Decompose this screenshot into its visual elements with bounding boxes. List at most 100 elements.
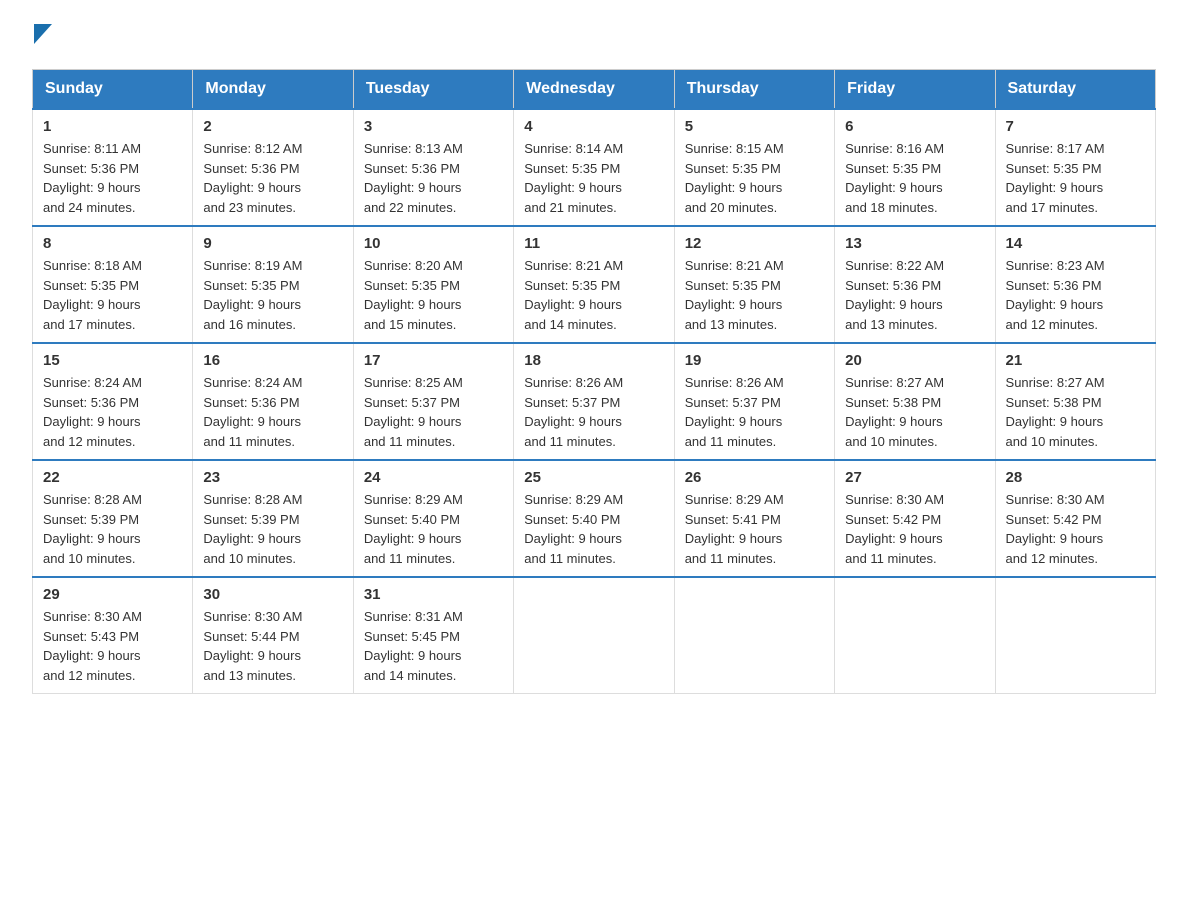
day-info: Sunrise: 8:28 AMSunset: 5:39 PMDaylight:… [203, 492, 302, 566]
day-info: Sunrise: 8:21 AMSunset: 5:35 PMDaylight:… [524, 258, 623, 332]
day-info: Sunrise: 8:26 AMSunset: 5:37 PMDaylight:… [685, 375, 784, 449]
day-number: 28 [1006, 469, 1145, 486]
calendar-header-tuesday: Tuesday [353, 70, 513, 110]
day-number: 3 [364, 118, 503, 135]
day-info: Sunrise: 8:29 AMSunset: 5:40 PMDaylight:… [524, 492, 623, 566]
page-header [32, 24, 1156, 45]
calendar-cell: 17 Sunrise: 8:25 AMSunset: 5:37 PMDaylig… [353, 343, 513, 460]
calendar-cell: 3 Sunrise: 8:13 AMSunset: 5:36 PMDayligh… [353, 109, 513, 226]
day-number: 4 [524, 118, 663, 135]
day-number: 10 [364, 235, 503, 252]
calendar-cell: 31 Sunrise: 8:31 AMSunset: 5:45 PMDaylig… [353, 577, 513, 694]
day-info: Sunrise: 8:11 AMSunset: 5:36 PMDaylight:… [43, 141, 141, 215]
day-info: Sunrise: 8:20 AMSunset: 5:35 PMDaylight:… [364, 258, 463, 332]
day-info: Sunrise: 8:12 AMSunset: 5:36 PMDaylight:… [203, 141, 302, 215]
calendar-week-row: 8 Sunrise: 8:18 AMSunset: 5:35 PMDayligh… [33, 226, 1156, 343]
day-info: Sunrise: 8:17 AMSunset: 5:35 PMDaylight:… [1006, 141, 1105, 215]
day-info: Sunrise: 8:29 AMSunset: 5:41 PMDaylight:… [685, 492, 784, 566]
calendar-cell: 25 Sunrise: 8:29 AMSunset: 5:40 PMDaylig… [514, 460, 674, 577]
day-number: 1 [43, 118, 182, 135]
calendar-header-monday: Monday [193, 70, 353, 110]
calendar-header-wednesday: Wednesday [514, 70, 674, 110]
day-info: Sunrise: 8:15 AMSunset: 5:35 PMDaylight:… [685, 141, 784, 215]
day-number: 19 [685, 352, 824, 369]
day-info: Sunrise: 8:31 AMSunset: 5:45 PMDaylight:… [364, 609, 463, 683]
day-number: 16 [203, 352, 342, 369]
day-info: Sunrise: 8:22 AMSunset: 5:36 PMDaylight:… [845, 258, 944, 332]
day-info: Sunrise: 8:23 AMSunset: 5:36 PMDaylight:… [1006, 258, 1105, 332]
day-number: 20 [845, 352, 984, 369]
calendar-cell: 13 Sunrise: 8:22 AMSunset: 5:36 PMDaylig… [835, 226, 995, 343]
calendar-cell: 28 Sunrise: 8:30 AMSunset: 5:42 PMDaylig… [995, 460, 1155, 577]
day-number: 31 [364, 586, 503, 603]
day-number: 12 [685, 235, 824, 252]
calendar-cell [674, 577, 834, 694]
calendar-cell: 4 Sunrise: 8:14 AMSunset: 5:35 PMDayligh… [514, 109, 674, 226]
calendar-cell: 2 Sunrise: 8:12 AMSunset: 5:36 PMDayligh… [193, 109, 353, 226]
day-number: 17 [364, 352, 503, 369]
day-number: 18 [524, 352, 663, 369]
day-number: 25 [524, 469, 663, 486]
day-number: 2 [203, 118, 342, 135]
calendar-cell [995, 577, 1155, 694]
calendar-week-row: 29 Sunrise: 8:30 AMSunset: 5:43 PMDaylig… [33, 577, 1156, 694]
day-info: Sunrise: 8:16 AMSunset: 5:35 PMDaylight:… [845, 141, 944, 215]
day-info: Sunrise: 8:13 AMSunset: 5:36 PMDaylight:… [364, 141, 463, 215]
day-number: 9 [203, 235, 342, 252]
calendar-header-sunday: Sunday [33, 70, 193, 110]
day-number: 6 [845, 118, 984, 135]
day-number: 8 [43, 235, 182, 252]
calendar-cell: 16 Sunrise: 8:24 AMSunset: 5:36 PMDaylig… [193, 343, 353, 460]
day-number: 15 [43, 352, 182, 369]
day-info: Sunrise: 8:29 AMSunset: 5:40 PMDaylight:… [364, 492, 463, 566]
calendar-cell: 20 Sunrise: 8:27 AMSunset: 5:38 PMDaylig… [835, 343, 995, 460]
calendar-cell: 15 Sunrise: 8:24 AMSunset: 5:36 PMDaylig… [33, 343, 193, 460]
day-info: Sunrise: 8:21 AMSunset: 5:35 PMDaylight:… [685, 258, 784, 332]
logo [32, 24, 52, 45]
day-number: 22 [43, 469, 182, 486]
calendar-cell [514, 577, 674, 694]
day-info: Sunrise: 8:14 AMSunset: 5:35 PMDaylight:… [524, 141, 623, 215]
day-number: 24 [364, 469, 503, 486]
calendar-table: SundayMondayTuesdayWednesdayThursdayFrid… [32, 69, 1156, 694]
calendar-cell: 30 Sunrise: 8:30 AMSunset: 5:44 PMDaylig… [193, 577, 353, 694]
day-number: 7 [1006, 118, 1145, 135]
calendar-cell: 21 Sunrise: 8:27 AMSunset: 5:38 PMDaylig… [995, 343, 1155, 460]
calendar-week-row: 15 Sunrise: 8:24 AMSunset: 5:36 PMDaylig… [33, 343, 1156, 460]
day-info: Sunrise: 8:30 AMSunset: 5:43 PMDaylight:… [43, 609, 142, 683]
calendar-header-row: SundayMondayTuesdayWednesdayThursdayFrid… [33, 70, 1156, 110]
day-info: Sunrise: 8:18 AMSunset: 5:35 PMDaylight:… [43, 258, 142, 332]
day-number: 23 [203, 469, 342, 486]
calendar-header-friday: Friday [835, 70, 995, 110]
calendar-cell: 10 Sunrise: 8:20 AMSunset: 5:35 PMDaylig… [353, 226, 513, 343]
calendar-cell: 29 Sunrise: 8:30 AMSunset: 5:43 PMDaylig… [33, 577, 193, 694]
day-number: 26 [685, 469, 824, 486]
day-info: Sunrise: 8:24 AMSunset: 5:36 PMDaylight:… [203, 375, 302, 449]
day-info: Sunrise: 8:25 AMSunset: 5:37 PMDaylight:… [364, 375, 463, 449]
day-info: Sunrise: 8:24 AMSunset: 5:36 PMDaylight:… [43, 375, 142, 449]
logo-arrow-icon [34, 24, 52, 44]
calendar-cell: 1 Sunrise: 8:11 AMSunset: 5:36 PMDayligh… [33, 109, 193, 226]
day-number: 30 [203, 586, 342, 603]
day-info: Sunrise: 8:27 AMSunset: 5:38 PMDaylight:… [1006, 375, 1105, 449]
day-number: 5 [685, 118, 824, 135]
calendar-cell: 18 Sunrise: 8:26 AMSunset: 5:37 PMDaylig… [514, 343, 674, 460]
day-info: Sunrise: 8:19 AMSunset: 5:35 PMDaylight:… [203, 258, 302, 332]
day-number: 11 [524, 235, 663, 252]
calendar-cell: 23 Sunrise: 8:28 AMSunset: 5:39 PMDaylig… [193, 460, 353, 577]
day-number: 21 [1006, 352, 1145, 369]
calendar-header-saturday: Saturday [995, 70, 1155, 110]
day-info: Sunrise: 8:30 AMSunset: 5:44 PMDaylight:… [203, 609, 302, 683]
day-info: Sunrise: 8:28 AMSunset: 5:39 PMDaylight:… [43, 492, 142, 566]
day-info: Sunrise: 8:30 AMSunset: 5:42 PMDaylight:… [845, 492, 944, 566]
day-info: Sunrise: 8:26 AMSunset: 5:37 PMDaylight:… [524, 375, 623, 449]
calendar-cell: 5 Sunrise: 8:15 AMSunset: 5:35 PMDayligh… [674, 109, 834, 226]
calendar-cell [835, 577, 995, 694]
calendar-cell: 24 Sunrise: 8:29 AMSunset: 5:40 PMDaylig… [353, 460, 513, 577]
day-info: Sunrise: 8:30 AMSunset: 5:42 PMDaylight:… [1006, 492, 1105, 566]
day-number: 29 [43, 586, 182, 603]
calendar-cell: 22 Sunrise: 8:28 AMSunset: 5:39 PMDaylig… [33, 460, 193, 577]
calendar-cell: 27 Sunrise: 8:30 AMSunset: 5:42 PMDaylig… [835, 460, 995, 577]
calendar-cell: 11 Sunrise: 8:21 AMSunset: 5:35 PMDaylig… [514, 226, 674, 343]
calendar-cell: 12 Sunrise: 8:21 AMSunset: 5:35 PMDaylig… [674, 226, 834, 343]
